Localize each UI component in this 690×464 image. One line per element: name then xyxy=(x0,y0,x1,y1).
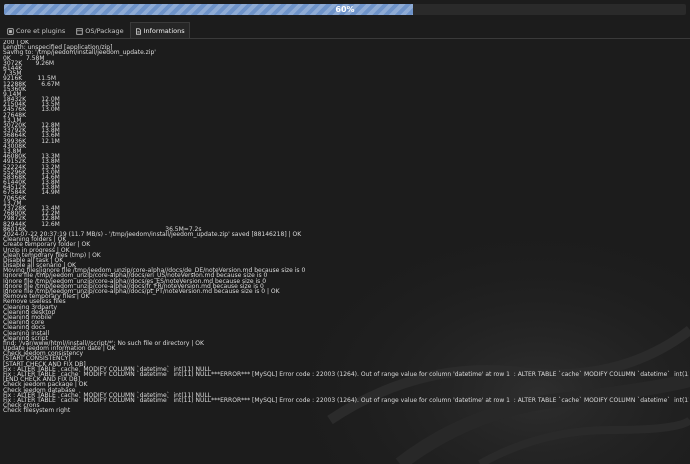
log-line: Fix : ALTER TABLE `cache` MODIFY COLUMN … xyxy=(3,396,689,404)
tab-informations[interactable]: Informations xyxy=(129,22,190,39)
tab-label: Informations xyxy=(143,27,185,35)
log-line: Fix : ALTER TABLE `cache` MODIFY COLUMN … xyxy=(3,371,689,378)
progress-label: 60% xyxy=(335,5,355,14)
plug-icon xyxy=(7,27,14,35)
tab-label: Core et plugins xyxy=(16,27,66,35)
tab-bar: Core et plugins OS/Package Informations xyxy=(2,22,191,39)
document-icon xyxy=(135,27,141,35)
log-line: Check filesystem right xyxy=(3,407,71,414)
tab-label: OS/Package xyxy=(85,27,124,35)
tab-core-et-plugins[interactable]: Core et plugins xyxy=(2,22,70,39)
tab-os-package[interactable]: OS/Package xyxy=(71,22,128,39)
update-progress-bar: 60% xyxy=(4,4,686,15)
package-icon xyxy=(76,27,83,35)
update-log-output: 200 | OK Length: unspecified [application… xyxy=(3,40,689,414)
tab-divider xyxy=(0,38,690,39)
